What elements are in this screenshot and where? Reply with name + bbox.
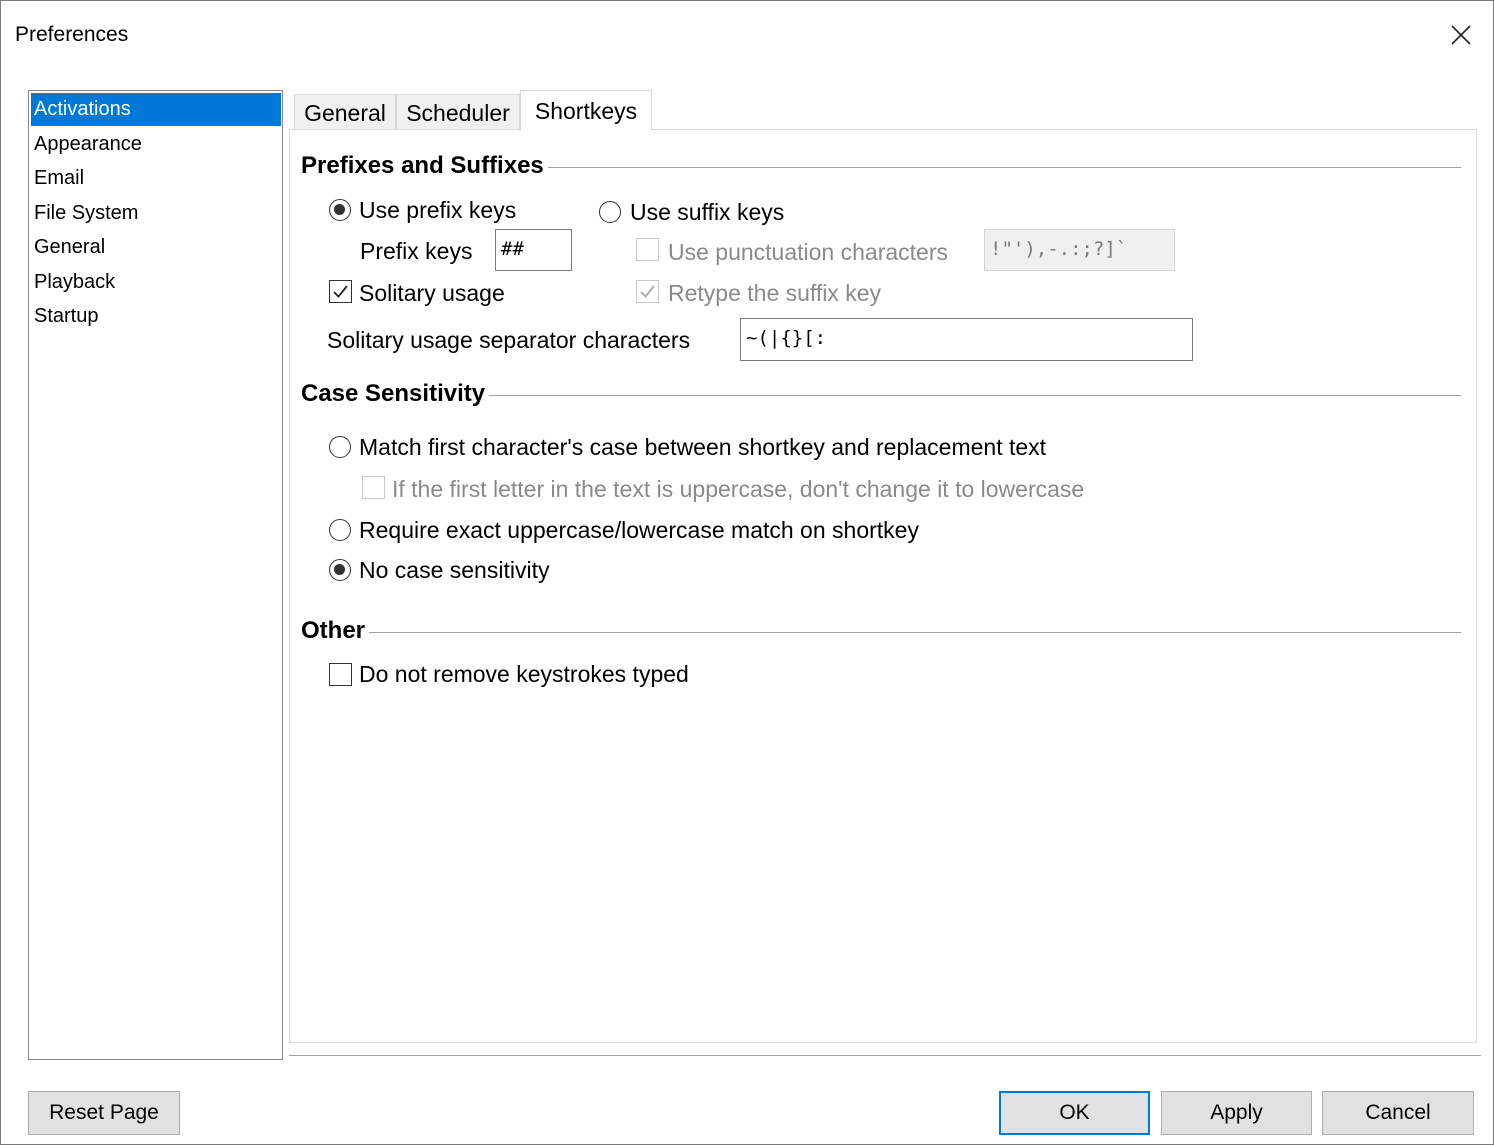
reset-page-button[interactable]: Reset Page (28, 1091, 180, 1135)
preferences-window: Preferences Activations Appearance Email… (0, 0, 1494, 1145)
cancel-button[interactable]: Cancel (1322, 1091, 1474, 1135)
section-title-prefixes: Prefixes and Suffixes (301, 152, 548, 180)
category-item-playback[interactable]: Playback (31, 266, 281, 299)
category-list[interactable]: Activations Appearance Email File System… (28, 90, 283, 1060)
no-remove-keystrokes-checkbox[interactable] (329, 663, 352, 686)
category-item-file-system[interactable]: File System (31, 197, 281, 230)
no-remove-keystrokes-label: Do not remove keystrokes typed (359, 661, 689, 687)
close-button[interactable] (1441, 15, 1481, 55)
checkmark-icon (333, 285, 348, 298)
solitary-usage-label: Solitary usage (359, 280, 505, 306)
first-upper-label: If the first letter in the text is upper… (392, 476, 1085, 502)
prefix-keys-input[interactable]: ## (495, 229, 572, 271)
close-icon (1451, 25, 1471, 45)
separator-input[interactable]: ~(|{}[: (740, 318, 1193, 361)
first-upper-checkbox[interactable] (362, 476, 385, 499)
punctuation-input[interactable]: !"'),-.:;?]` (984, 229, 1175, 271)
use-punctuation-label: Use punctuation characters (668, 239, 948, 265)
title-bar: Preferences (1, 1, 1493, 63)
tab-scheduler[interactable]: Scheduler (396, 94, 520, 130)
section-divider (301, 632, 1461, 633)
exact-match-radio[interactable] (329, 519, 351, 541)
separator-label: Solitary usage separator characters (327, 327, 691, 353)
category-item-activations[interactable]: Activations (31, 93, 281, 126)
tab-general[interactable]: General (294, 94, 396, 130)
prefix-keys-label: Prefix keys (360, 238, 473, 264)
checkmark-icon (640, 285, 655, 298)
section-title-case: Case Sensitivity (301, 380, 490, 408)
retype-suffix-label: Retype the suffix key (668, 280, 882, 306)
use-punctuation-checkbox[interactable] (636, 238, 659, 261)
category-item-appearance[interactable]: Appearance (31, 128, 281, 161)
no-case-sensitivity-radio[interactable] (329, 559, 351, 581)
shortkeys-panel (289, 129, 1477, 1043)
match-first-case-radio[interactable] (329, 436, 351, 458)
bottom-divider (289, 1055, 1481, 1056)
window-title: Preferences (15, 23, 129, 46)
solitary-usage-checkbox[interactable] (329, 280, 352, 303)
tab-shortkeys[interactable]: Shortkeys (520, 90, 652, 131)
use-suffix-label: Use suffix keys (630, 199, 785, 225)
category-item-general[interactable]: General (31, 231, 281, 264)
no-case-sensitivity-label: No case sensitivity (359, 557, 550, 583)
use-prefix-label: Use prefix keys (359, 197, 517, 223)
exact-match-label: Require exact uppercase/lowercase match … (359, 517, 919, 543)
match-first-case-label: Match first character's case between sho… (359, 434, 1047, 460)
ok-button[interactable]: OK (999, 1091, 1150, 1135)
apply-button[interactable]: Apply (1161, 1091, 1312, 1135)
category-item-email[interactable]: Email (31, 162, 281, 195)
retype-suffix-checkbox[interactable] (636, 280, 659, 303)
category-item-startup[interactable]: Startup (31, 300, 281, 333)
section-title-other: Other (301, 617, 370, 645)
use-suffix-radio[interactable] (599, 201, 621, 223)
use-prefix-radio[interactable] (329, 199, 351, 221)
